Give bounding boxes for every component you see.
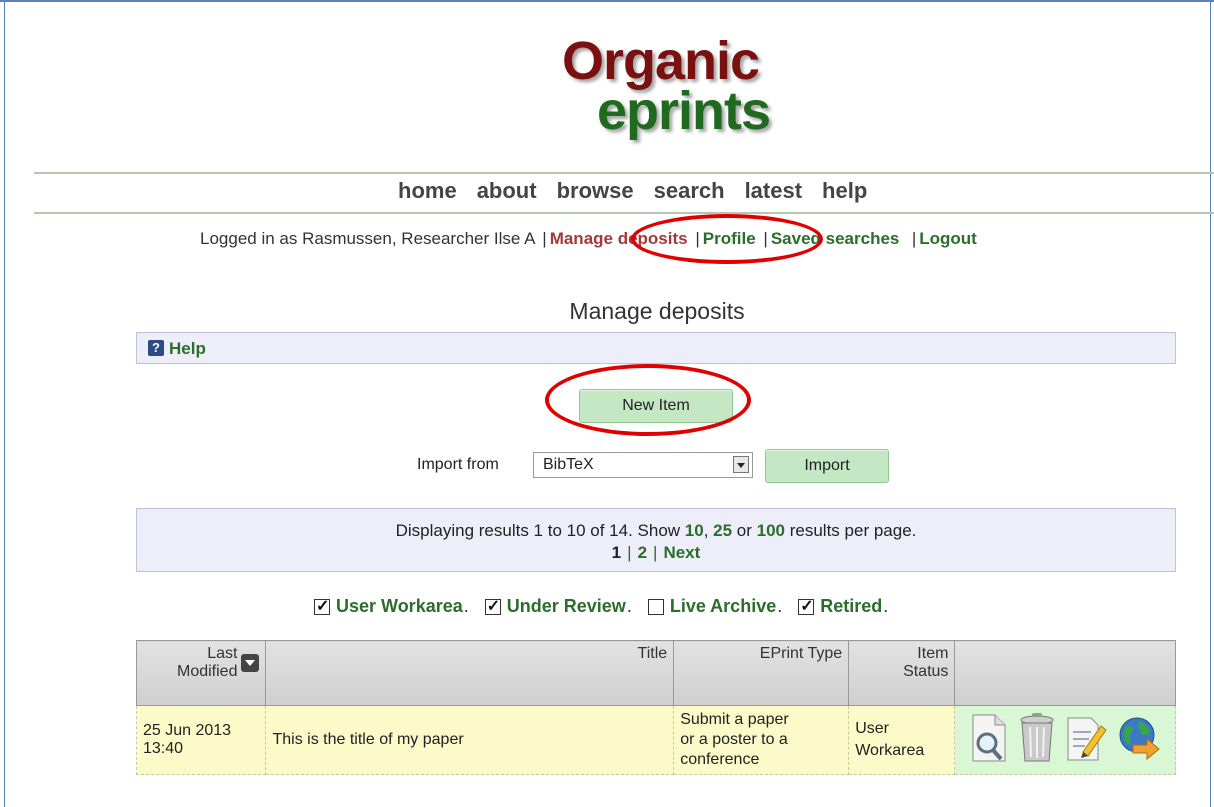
nav-browse[interactable]: browse <box>557 178 634 206</box>
row-time: 13:40 <box>143 740 184 757</box>
row-date: 25 Jun 2013 <box>143 722 232 739</box>
col-last-modified-line2: Modified <box>177 663 238 680</box>
col-title[interactable]: Title <box>265 640 675 706</box>
dropdown-arrow-icon[interactable] <box>733 456 749 473</box>
cell-eprint-type: Submit a paper or a poster to a conferen… <box>673 705 850 775</box>
results-or: or <box>732 521 757 540</box>
filter-user-workarea[interactable]: User Workarea. <box>314 596 469 617</box>
window-frame-left <box>4 0 5 807</box>
status-filters: User Workarea. Under Review. Live Archiv… <box>314 596 888 617</box>
logged-in-text: Logged in as Rasmussen, Researcher Ilse … <box>200 229 535 248</box>
help-bar[interactable]: ? Help <box>136 332 1176 364</box>
logo-line-2: eprints <box>597 81 771 141</box>
filter-live-archive[interactable]: Live Archive. <box>647 596 783 617</box>
type-line: Submit a paper <box>680 711 789 728</box>
col-last-modified[interactable]: Last Modified <box>135 640 267 706</box>
results-suffix: results per page. <box>785 521 917 540</box>
checkbox-user-workarea[interactable] <box>314 596 330 616</box>
import-button[interactable]: Import <box>765 449 889 483</box>
deposit-icon[interactable] <box>1115 715 1161 766</box>
delete-icon[interactable] <box>1017 712 1057 769</box>
col-actions <box>954 640 1176 706</box>
checkbox-retired[interactable] <box>798 596 815 616</box>
help-label[interactable]: Help <box>169 339 206 359</box>
next-page-link[interactable]: Next <box>663 543 700 562</box>
filter-dot: . <box>777 596 783 616</box>
question-icon: ? <box>148 340 164 356</box>
annotation-oval-new-item <box>545 364 751 436</box>
filter-dot: . <box>626 596 632 616</box>
main-nav: home about browse search latest help <box>398 178 867 206</box>
checkbox-live-archive[interactable] <box>647 598 664 615</box>
col-item-status-line1: Item <box>917 645 949 662</box>
results-bar: Displaying results 1 to 10 of 14. Show 1… <box>136 508 1176 572</box>
sort-desc-icon[interactable] <box>241 654 260 672</box>
checkbox-under-review[interactable] <box>484 596 501 616</box>
nav-about[interactable]: about <box>477 178 537 206</box>
import-from-label: Import from <box>417 456 499 473</box>
separator: | <box>542 229 547 248</box>
filter-retired[interactable]: Retired. <box>798 596 888 617</box>
filter-under-review[interactable]: Under Review. <box>484 596 632 617</box>
filter-label[interactable]: Under Review <box>507 596 626 617</box>
col-item-status-line2: Status <box>903 663 949 680</box>
separator: | <box>907 229 917 248</box>
import-format-value: BibTeX <box>543 456 594 473</box>
cell-last-modified: 25 Jun 2013 13:40 <box>135 705 267 775</box>
table-row: 25 Jun 2013 13:40 This is the title of m… <box>135 705 1176 775</box>
logout-link[interactable]: Logout <box>919 229 977 248</box>
filter-label[interactable]: Live Archive <box>670 596 776 617</box>
nav-divider-top <box>34 172 1214 174</box>
per-page-100[interactable]: 100 <box>757 521 785 540</box>
nav-divider-bottom <box>34 212 1214 214</box>
separator: | <box>653 543 658 562</box>
separator: | <box>627 543 632 562</box>
status-line: Workarea <box>855 742 925 759</box>
view-icon[interactable] <box>969 713 1009 768</box>
cell-actions <box>954 705 1176 775</box>
page-current: 1 <box>611 543 622 562</box>
site-logo[interactable]: Organic eprints <box>540 26 840 166</box>
window-frame-top <box>0 0 1214 2</box>
nav-latest[interactable]: latest <box>745 178 802 206</box>
page-2-link[interactable]: 2 <box>638 543 647 562</box>
nav-home[interactable]: home <box>398 178 457 206</box>
filter-dot: . <box>463 596 469 616</box>
results-summary: Displaying results 1 to 10 of 14. Show 1… <box>137 521 1175 541</box>
results-prefix: Displaying results 1 to 10 of 14. Show <box>395 521 681 540</box>
nav-search[interactable]: search <box>654 178 725 206</box>
user-bar: Logged in as Rasmussen, Researcher Ilse … <box>200 229 977 249</box>
edit-icon[interactable] <box>1065 714 1107 767</box>
col-item-status[interactable]: Item Status <box>848 640 956 706</box>
results-comma: , <box>703 521 714 540</box>
col-last-modified-line1: Last <box>207 645 238 662</box>
pagination: 1 | 2 | Next <box>137 543 1175 563</box>
type-line: or a poster to a <box>680 731 788 748</box>
status-line: User <box>855 720 889 737</box>
type-line: conference <box>680 751 760 768</box>
cell-item-status: User Workarea <box>848 705 956 775</box>
filter-label[interactable]: Retired <box>820 596 882 617</box>
filter-label[interactable]: User Workarea <box>336 596 463 617</box>
per-page-25[interactable]: 25 <box>713 521 732 540</box>
import-format-select[interactable]: BibTeX <box>533 452 753 478</box>
col-eprint-type[interactable]: EPrint Type <box>673 640 850 706</box>
filter-dot: . <box>883 596 889 616</box>
cell-title: This is the title of my paper <box>265 705 675 775</box>
deposits-table: Last Modified Title EPrint Type Item Sta… <box>135 640 1176 775</box>
annotation-oval-manage <box>631 214 823 264</box>
nav-help[interactable]: help <box>822 178 867 206</box>
per-page-10[interactable]: 10 <box>685 521 704 540</box>
page-title: Manage deposits <box>569 298 745 324</box>
window-frame-right <box>1210 0 1211 807</box>
